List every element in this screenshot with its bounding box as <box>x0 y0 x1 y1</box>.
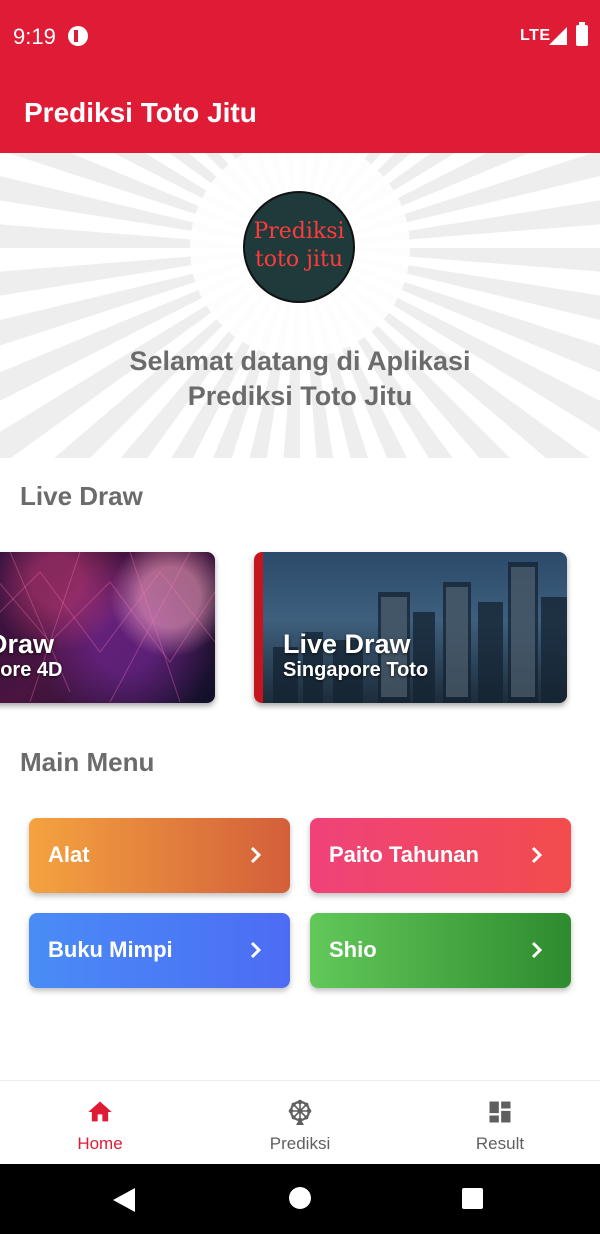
live-draw-card-singapore-4d[interactable]: Draw pore 4D <box>0 552 215 703</box>
live-draw-card-singapore-toto[interactable]: Live Draw Singapore Toto <box>254 552 567 703</box>
system-navigation-bar <box>0 1164 600 1234</box>
ferris-wheel-icon <box>288 1099 312 1125</box>
signal-icon <box>549 27 567 45</box>
card-subtitle: pore 4D <box>0 659 63 681</box>
status-time: 9:19 <box>13 24 56 49</box>
card-subtitle: Singapore Toto <box>283 659 429 681</box>
home-icon <box>88 1101 112 1122</box>
logo-text-line1: Prediksi <box>253 219 345 244</box>
app-logo: Prediksi toto jitu <box>243 191 355 303</box>
home-circle-icon[interactable] <box>289 1187 311 1209</box>
back-icon[interactable] <box>113 1188 135 1212</box>
app-screen: 9:19 LTE Prediksi Toto Jitu Prediksi tot… <box>0 0 600 1234</box>
battery-icon <box>576 22 588 46</box>
nav-result-label: Result <box>475 1134 525 1153</box>
paito-tahunan-label: Paito Tahunan <box>329 842 479 867</box>
shio-label: Shio <box>329 937 377 962</box>
card-title: Live Draw <box>283 629 411 659</box>
nav-prediksi[interactable]: Prediksi <box>200 1081 400 1165</box>
logo-text-line2: toto jitu <box>254 247 344 272</box>
buku-mimpi-button[interactable]: Buku Mimpi <box>29 913 290 988</box>
bottom-navigation: Home Prediksi Result <box>0 1080 600 1165</box>
chevron-right-icon <box>250 846 262 864</box>
status-bar: 9:19 LTE <box>0 0 600 73</box>
alat-label: Alat <box>48 842 90 867</box>
buku-mimpi-label: Buku Mimpi <box>48 937 173 962</box>
chevron-right-icon <box>531 846 543 864</box>
dashboard-icon <box>489 1101 511 1123</box>
nav-result[interactable]: Result <box>400 1081 600 1165</box>
welcome-text-line1: Selamat datang di Aplikasi <box>129 346 471 376</box>
chevron-right-icon <box>250 941 262 959</box>
nav-prediksi-label: Prediksi <box>269 1134 331 1153</box>
paito-tahunan-button[interactable]: Paito Tahunan <box>310 818 571 893</box>
chevron-right-icon <box>531 941 543 959</box>
nav-home[interactable]: Home <box>0 1081 200 1165</box>
app-title: Prediksi Toto Jitu <box>24 97 257 128</box>
shio-button[interactable]: Shio <box>310 913 571 988</box>
nav-home-label: Home <box>77 1134 123 1153</box>
welcome-banner: Prediksi toto jitu Selamat datang di Apl… <box>0 153 600 458</box>
network-type: LTE <box>520 27 551 44</box>
card-title: Draw <box>0 629 55 659</box>
recents-icon[interactable] <box>462 1188 483 1209</box>
app-bar: Prediksi Toto Jitu <box>0 73 600 153</box>
live-draw-title: Live Draw <box>20 481 143 511</box>
main-menu-title: Main Menu <box>20 747 155 777</box>
alat-button[interactable]: Alat <box>29 818 290 893</box>
notification-icon <box>68 26 88 46</box>
welcome-text-line2: Prediksi Toto Jitu <box>187 381 413 411</box>
